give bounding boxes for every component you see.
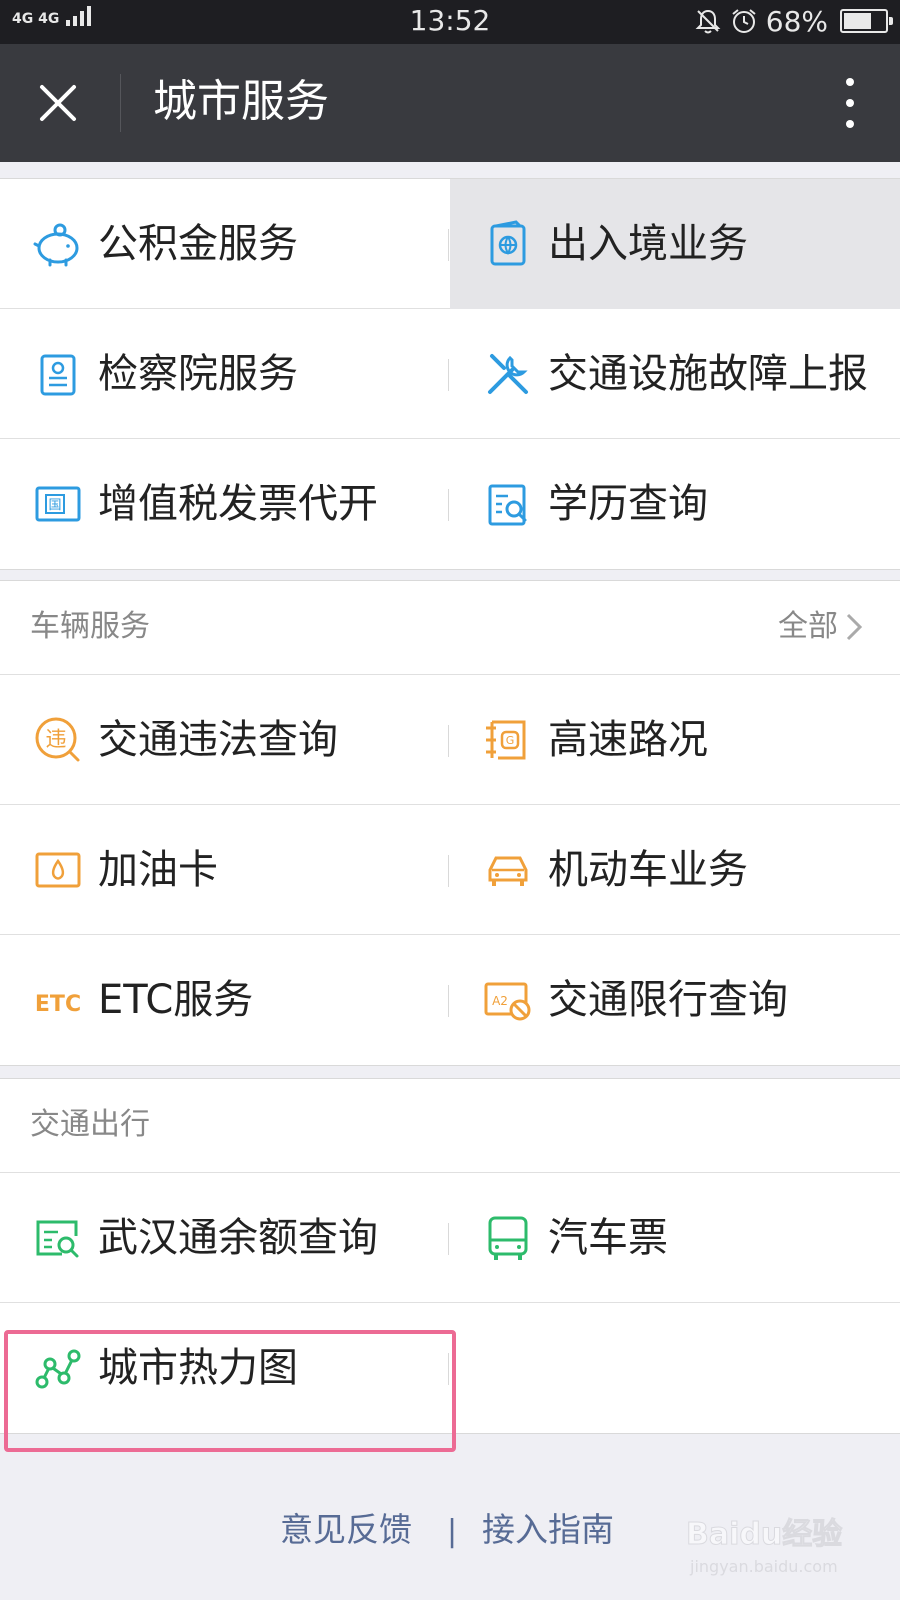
nav-divider [120,74,121,132]
more-button[interactable] [830,72,870,134]
document-search-icon [480,476,536,532]
footer-separator: | [447,1514,458,1549]
service-row: 国 增值税发票代开 学历查询 [0,439,900,569]
svg-text:G: G [506,734,515,747]
service-label: ETC服务 [98,977,254,1023]
svg-text:违: 违 [46,727,67,751]
view-all-label: 全部 [778,609,838,644]
service-education-query[interactable]: 学历查询 [450,439,900,569]
service-label: 交通限行查询 [548,977,788,1023]
section-header: 交通出行 [0,1079,900,1173]
car-icon [480,842,536,898]
svg-text:Baidu经验: Baidu经验 [686,1517,842,1552]
service-section-general: 公积金服务 出入境业务 检察院服务 交通设施故障上报 国 增值税发票代开 学历查… [0,178,900,570]
service-label: 检察院服务 [98,351,298,397]
page-title: 城市服务 [153,76,329,127]
service-exit-entry[interactable]: 出入境业务 [450,179,900,309]
row-divider [448,489,449,521]
service-label: 机动车业务 [548,847,748,893]
service-etc[interactable]: ETC ETC服务 [0,935,450,1065]
service-label: 加油卡 [98,847,218,893]
battery-fill [844,13,872,29]
service-label: 交通违法查询 [98,717,338,763]
battery-percent: 68% [765,4,828,38]
badge-icon [30,346,86,402]
row-divider [448,1223,449,1255]
section-title: 车辆服务 [30,609,150,644]
tools-icon [480,346,536,402]
service-row: 武汉通余额查询 汽车票 [0,1173,900,1303]
svg-text:A2: A2 [492,994,508,1008]
fuel-card-icon [30,842,86,898]
bell-mute-icon [695,9,721,34]
service-vat-invoice[interactable]: 国 增值税发票代开 [0,439,450,569]
bus-icon [480,1210,536,1266]
svg-text:jingyan.baidu.com: jingyan.baidu.com [689,1557,838,1576]
chevron-right-icon [846,613,863,641]
nav-bar: 城市服务 [0,44,900,162]
service-row: 违 交通违法查询 G 高速路况 [0,675,900,805]
battery-icon [840,9,893,33]
service-procuratorate[interactable]: 检察院服务 [0,309,450,439]
svg-text:国: 国 [48,498,61,513]
status-right: 68% [694,4,893,38]
svg-text:ETC: ETC [35,992,81,1017]
service-facility-report[interactable]: 交通设施故障上报 [450,309,900,439]
service-section-vehicle: 车辆服务 全部 违 交通违法查询 G 高速路况 加油卡 机动车业务 ETC ET… [0,580,900,1066]
etc-icon: ETC [30,972,86,1028]
service-row: 公积金服务 出入境业务 [0,179,900,309]
service-label: 高速路况 [548,717,708,763]
service-row: ETC ETC服务 A2 交通限行查询 [0,935,900,1065]
alarm-icon [732,9,756,33]
section-title: 交通出行 [30,1107,150,1142]
service-fuel-card[interactable]: 加油卡 [0,805,450,935]
service-highway-status[interactable]: G 高速路况 [450,675,900,805]
close-icon [40,85,76,121]
highway-icon: G [480,712,536,768]
service-row: 加油卡 机动车业务 [0,805,900,935]
more-dot [846,120,854,128]
piggy-bank-icon [30,216,86,272]
more-dot [846,78,854,86]
service-label: 增值税发票代开 [98,481,378,527]
restriction-icon: A2 [480,972,536,1028]
view-all-link[interactable]: 全部 [778,607,864,647]
service-bus-ticket[interactable]: 汽车票 [450,1173,900,1303]
row-divider [448,985,449,1017]
card-search-icon [30,1210,86,1266]
feedback-link[interactable]: 意见反馈 [280,1508,412,1552]
baidu-watermark-logo: Baidu经验 jingyan.baidu.com [686,1510,856,1580]
more-dot [846,99,854,107]
service-label: 公积金服务 [98,221,298,267]
service-label: 出入境业务 [548,221,748,267]
service-row: 检察院服务 交通设施故障上报 [0,309,900,439]
access-guide-link[interactable]: 接入指南 [482,1508,614,1552]
service-label: 学历查询 [548,481,708,527]
violation-icon: 违 [30,712,86,768]
invoice-icon: 国 [30,476,86,532]
row-divider [448,359,449,391]
service-label: 交通设施故障上报 [548,351,868,397]
service-wuhantong-balance[interactable]: 武汉通余额查询 [0,1173,450,1303]
status-bar: 4G 4G 13:52 68% [0,0,900,44]
service-motor-vehicle[interactable]: 机动车业务 [450,805,900,935]
row-divider [448,725,449,757]
highlight-box [4,1330,456,1452]
section-header: 车辆服务 全部 [0,581,900,675]
row-divider [448,229,449,261]
service-traffic-violation[interactable]: 违 交通违法查询 [0,675,450,805]
service-housing-fund[interactable]: 公积金服务 [0,179,450,309]
service-label: 汽车票 [548,1215,668,1261]
service-traffic-restriction[interactable]: A2 交通限行查询 [450,935,900,1065]
service-label: 武汉通余额查询 [98,1215,378,1261]
row-divider [448,855,449,887]
passport-icon [480,216,536,272]
close-button[interactable] [28,73,88,133]
